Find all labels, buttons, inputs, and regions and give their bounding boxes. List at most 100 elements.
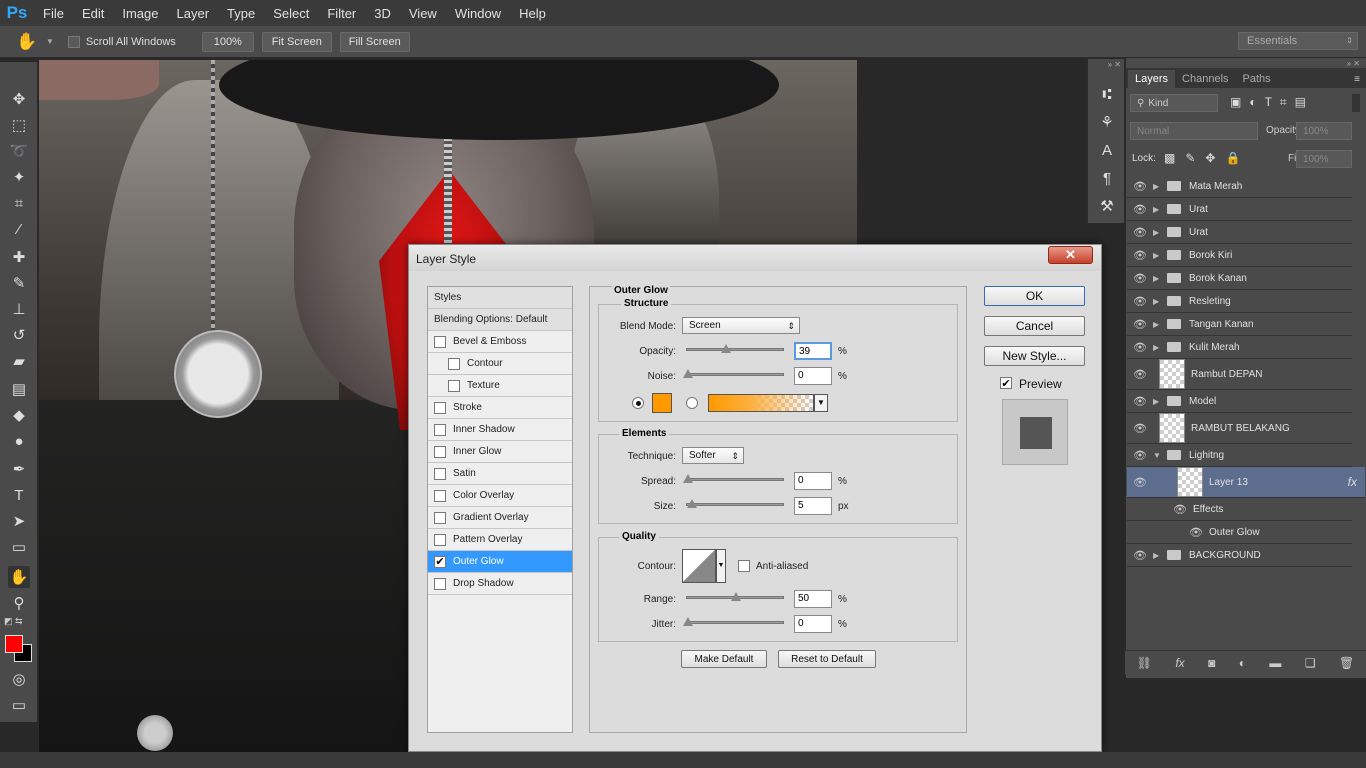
add-mask-icon[interactable]: ◙ — [1208, 656, 1215, 670]
layer-row[interactable]: 👁 ▶ Borok Kiri — [1127, 244, 1352, 267]
zoom-tool-icon[interactable]: ⚲ — [8, 592, 30, 614]
visibility-eye-icon[interactable]: 👁 — [1127, 272, 1153, 285]
effect-eye-icon[interactable]: 👁 — [1153, 503, 1193, 516]
visibility-eye-icon[interactable]: 👁 — [1127, 341, 1153, 354]
blend-mode-select[interactable]: Normal — [1130, 122, 1258, 140]
expand-arrow-icon[interactable]: ▶ — [1153, 397, 1163, 406]
expand-arrow-icon[interactable]: ▶ — [1153, 274, 1163, 283]
style-item-blending-options-default[interactable]: Blending Options: Default — [428, 309, 572, 331]
style-item-inner-glow[interactable]: Inner Glow — [428, 441, 572, 463]
noise-slider-knob[interactable] — [683, 369, 693, 378]
default-colors-icon[interactable]: ◩ ⇆ — [4, 616, 23, 627]
layer-row[interactable]: 👁 ▶ Resleting — [1127, 290, 1352, 313]
expand-arrow-icon[interactable]: ▼ — [1153, 451, 1163, 460]
menu-file[interactable]: File — [34, 6, 73, 21]
preview-checkbox[interactable]: ✔ — [1000, 377, 1012, 390]
workspace-select[interactable]: Essentials ⇕ — [1238, 32, 1358, 50]
gradient-radio[interactable] — [686, 397, 698, 409]
style-checkbox[interactable] — [434, 489, 446, 502]
gradient-tool-icon[interactable]: ▤ — [8, 378, 30, 400]
menu-edit[interactable]: Edit — [73, 6, 113, 21]
technique-dropdown[interactable]: Softer ⇕ — [682, 447, 744, 464]
style-item-styles[interactable]: Styles — [428, 287, 572, 309]
menu-image[interactable]: Image — [113, 6, 167, 21]
filter-kind-select[interactable]: ⚲ Kind — [1130, 94, 1218, 112]
filter-icons[interactable]: ▣◐T⌗▤ — [1230, 95, 1314, 110]
noise-input[interactable]: 0 — [794, 367, 832, 385]
crop-tool-icon[interactable]: ⌗ — [8, 192, 30, 214]
tool-presets-icon[interactable]: ⚒ — [1096, 195, 1118, 217]
menu-help[interactable]: Help — [510, 6, 555, 21]
style-item-gradient-overlay[interactable]: Gradient Overlay — [428, 507, 572, 529]
ok-button[interactable]: OK — [984, 286, 1085, 306]
visibility-eye-icon[interactable]: 👁 — [1127, 318, 1153, 331]
range-slider-knob[interactable] — [731, 592, 741, 601]
layer-row[interactable]: 👁 ▶ BACKGROUND — [1127, 544, 1352, 567]
layer-row[interactable]: 👁 ▶ Tangan Kanan — [1127, 313, 1352, 336]
history-panel-icon[interactable]: ⑆ — [1096, 83, 1118, 105]
tool-preset-chevron-icon[interactable]: ▼ — [46, 37, 54, 46]
hand-tool-icon[interactable]: ✋ — [16, 32, 46, 52]
jitter-slider-knob[interactable] — [683, 617, 693, 626]
delete-layer-icon[interactable]: 🗑 — [1339, 656, 1354, 670]
effect-eye-icon[interactable]: 👁 — [1153, 526, 1209, 539]
fill-screen-button[interactable]: Fill Screen — [339, 31, 410, 52]
style-checkbox[interactable] — [434, 423, 446, 436]
expand-arrow-icon[interactable]: ▶ — [1153, 251, 1163, 260]
make-default-button[interactable]: Make Default — [681, 650, 767, 668]
visibility-eye-icon[interactable]: 👁 — [1127, 549, 1153, 562]
fx-badge[interactable]: fx — [1348, 475, 1357, 489]
dialog-title-bar[interactable]: Layer Style ✕ — [409, 245, 1101, 271]
layer-row[interactable]: 👁 ▶ Mata Merah — [1127, 175, 1352, 198]
size-slider[interactable] — [686, 499, 784, 508]
paragraph-panel-icon[interactable]: ¶ — [1096, 167, 1118, 189]
screen-mode-icon[interactable]: ▭ — [8, 694, 30, 716]
layer-row[interactable]: 👁 Outer Glow — [1127, 521, 1352, 544]
new-layer-icon[interactable]: ❏ — [1305, 656, 1316, 670]
anti-aliased-checkbox[interactable] — [738, 560, 750, 572]
menu-type[interactable]: Type — [218, 6, 264, 21]
layer-row[interactable]: 👁 Effects — [1127, 498, 1352, 521]
adjustment-layer-icon[interactable]: ◐ — [1239, 656, 1246, 670]
menu-layer[interactable]: Layer — [168, 6, 219, 21]
panel-close-icon[interactable]: » ✕ — [1347, 59, 1360, 68]
eyedropper-tool-icon[interactable]: ⁄ — [8, 218, 30, 240]
visibility-eye-icon[interactable]: 👁 — [1127, 395, 1153, 408]
zoom-100-button[interactable]: 100% — [201, 31, 254, 52]
fx-icon[interactable]: fx — [1175, 656, 1184, 670]
opacity-input[interactable]: 39 — [794, 342, 832, 360]
style-checkbox[interactable] — [448, 379, 460, 392]
scroll-all-checkbox[interactable] — [67, 35, 80, 48]
visibility-eye-icon[interactable]: 👁 — [1127, 249, 1153, 262]
panel-collapse-icon[interactable]: » ✕ — [1108, 60, 1121, 69]
style-checkbox[interactable] — [434, 533, 446, 546]
reset-default-button[interactable]: Reset to Default — [778, 650, 876, 668]
layer-row[interactable]: 👁 Layer 13 fx — [1127, 467, 1365, 498]
visibility-eye-icon[interactable]: 👁 — [1127, 476, 1153, 489]
style-item-texture[interactable]: Texture — [428, 375, 572, 397]
character-panel-icon[interactable]: A — [1096, 139, 1118, 161]
layer-row[interactable]: 👁 Rambut DEPAN — [1127, 359, 1352, 390]
expand-arrow-icon[interactable]: ▶ — [1153, 551, 1163, 560]
blur-tool-icon[interactable]: ◆ — [8, 404, 30, 426]
menu-select[interactable]: Select — [264, 6, 318, 21]
spread-slider[interactable] — [683, 474, 784, 483]
visibility-eye-icon[interactable]: 👁 — [1127, 295, 1153, 308]
quick-mask-icon[interactable]: ◎ — [8, 668, 30, 690]
style-checkbox[interactable] — [434, 511, 446, 524]
visibility-eye-icon[interactable]: 👁 — [1127, 203, 1153, 216]
visibility-eye-icon[interactable]: 👁 — [1127, 422, 1153, 435]
style-checkbox[interactable] — [434, 401, 446, 414]
style-item-bevel-emboss[interactable]: Bevel & Emboss — [428, 331, 572, 353]
style-checkbox[interactable] — [434, 467, 446, 480]
tab-channels[interactable]: Channels — [1175, 70, 1235, 88]
layer-row[interactable]: 👁 ▶ Urat — [1127, 221, 1352, 244]
size-slider-knob[interactable] — [687, 499, 697, 508]
brush-tool-icon[interactable]: ✎ — [8, 272, 30, 294]
tab-paths[interactable]: Paths — [1236, 70, 1278, 88]
healing-tool-icon[interactable]: ✚ — [8, 246, 30, 268]
style-item-pattern-overlay[interactable]: Pattern Overlay — [428, 529, 572, 551]
noise-slider[interactable] — [683, 369, 784, 378]
range-input[interactable]: 50 — [794, 590, 832, 608]
hand-tool-active-icon[interactable]: ✋ — [8, 566, 30, 588]
